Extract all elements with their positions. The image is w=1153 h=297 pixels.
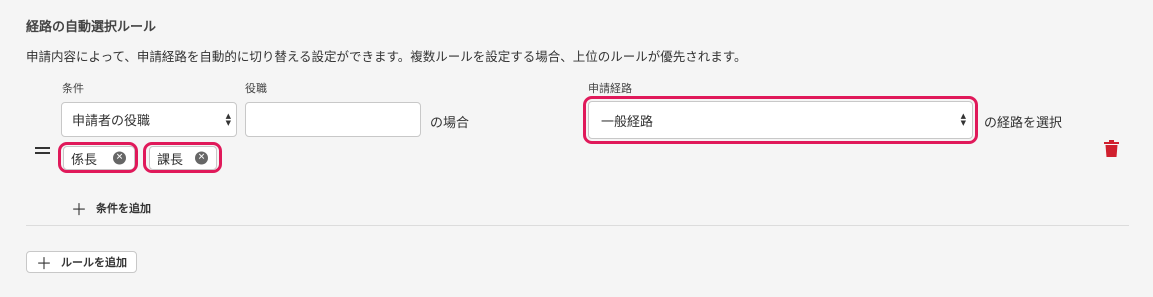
case-text: の場合: [430, 116, 470, 131]
role-input[interactable]: [245, 102, 421, 137]
section-description: 申請内容によって、申請経路を自動的に切り替える設定ができます。複数ルールを設定す…: [26, 49, 747, 64]
section-title: 経路の自動選択ルール: [26, 20, 157, 35]
add-rule-button[interactable]: ＋ ルールを追加: [26, 251, 138, 273]
tag-highlight: [143, 142, 222, 173]
condition-select[interactable]: 申請者の役職 ▲ ▼: [61, 102, 237, 137]
condition-select-value: 申請者の役職: [72, 114, 151, 129]
route-suffix-text: の経路を選択: [984, 116, 1063, 131]
plus-icon: ＋: [71, 200, 88, 219]
add-rule-label: ルールを追加: [61, 256, 128, 269]
add-condition-button[interactable]: ＋ 条件を追加: [71, 196, 151, 220]
plus-icon: ＋: [36, 254, 53, 273]
condition-label: 条件: [62, 82, 84, 95]
route-highlight: [583, 96, 978, 144]
select-arrows-icon: ▲ ▼: [225, 111, 231, 127]
add-condition-label: 条件を追加: [96, 202, 152, 215]
role-label: 役職: [245, 82, 267, 95]
tag-highlight: [58, 142, 138, 173]
route-label: 申請経路: [588, 82, 632, 95]
trash-icon[interactable]: [1104, 140, 1119, 161]
divider: [26, 225, 1129, 226]
